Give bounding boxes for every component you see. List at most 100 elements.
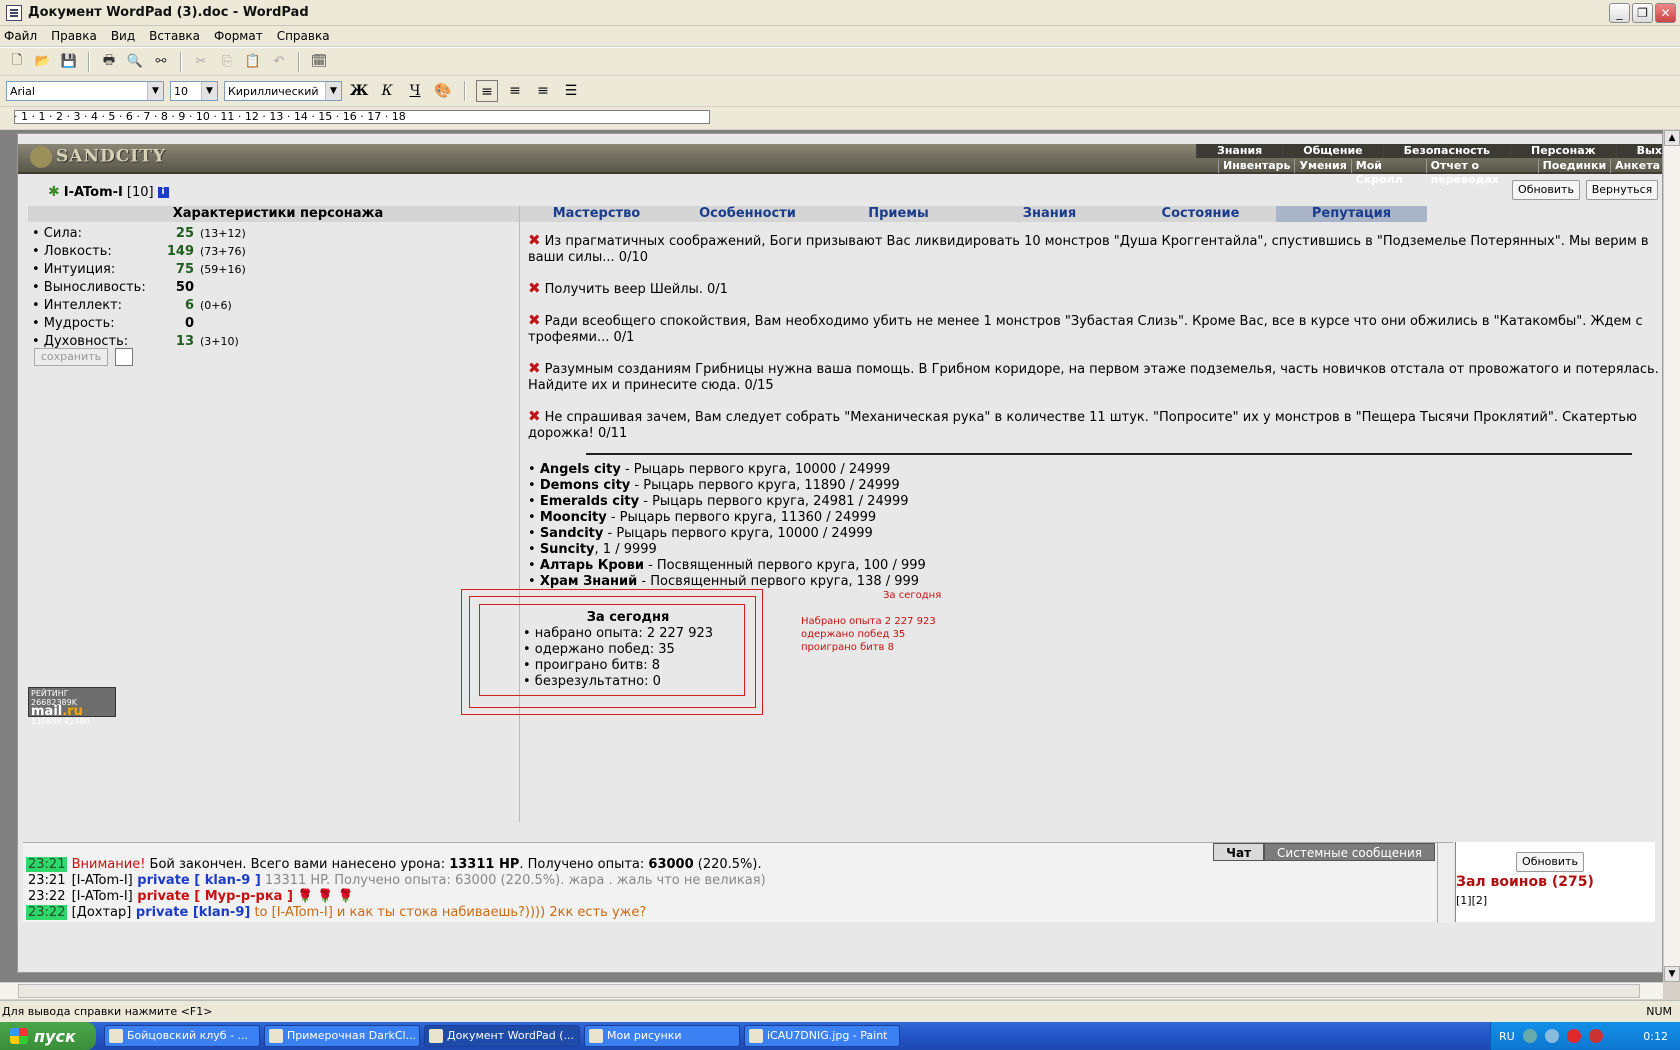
chevron-down-icon[interactable]: ▼: [147, 82, 163, 100]
chat-line: 23:22 [I-ATom-I] private [ Мур-р-рка ] 🌹…: [28, 889, 354, 904]
cancel-quest-icon[interactable]: ✖: [528, 231, 541, 249]
cut-icon[interactable]: ✂: [190, 51, 212, 73]
document-page[interactable]: SANDCITY Знания Общение Безопасность Пер…: [17, 133, 1663, 973]
scroll-down-icon[interactable]: ▼: [1664, 966, 1680, 982]
language-indicator[interactable]: RU: [1499, 1030, 1515, 1043]
save-stats-button[interactable]: сохранить: [34, 348, 108, 366]
scroll-up-icon[interactable]: ▲: [1664, 130, 1680, 146]
chat-nick[interactable]: [I-ATom-I]: [72, 889, 133, 904]
back-button[interactable]: Вернуться: [1586, 180, 1658, 200]
new-document-icon[interactable]: 🗋: [6, 51, 28, 73]
chat-scrollbar[interactable]: [1437, 843, 1453, 923]
hall-pages[interactable]: [1][2]: [1456, 894, 1487, 907]
refresh-button[interactable]: Обновить: [1512, 180, 1580, 200]
underline-button[interactable]: Ч: [404, 80, 426, 102]
nav-security[interactable]: Безопасность: [1382, 144, 1510, 158]
tab-system-messages[interactable]: Системные сообщения: [1264, 843, 1435, 861]
insert-datetime-icon[interactable]: 🗓: [308, 51, 330, 73]
menu-bar: Файл Правка Вид Вставка Формат Справка: [0, 26, 1680, 46]
tab-chat[interactable]: Чат: [1213, 843, 1265, 861]
nav-inventory[interactable]: Инвентарь: [1218, 159, 1294, 173]
network-icon[interactable]: [1522, 1029, 1537, 1043]
menu-help[interactable]: Справка: [277, 29, 330, 43]
cancel-quest-icon[interactable]: ✖: [528, 311, 541, 329]
print-icon[interactable]: 🖶: [98, 51, 120, 73]
nav-exit[interactable]: Выход: [1615, 144, 1662, 158]
task-my-pictures[interactable]: Мои рисунки: [584, 1025, 740, 1047]
chat-nick[interactable]: [I-ATom-I]: [72, 873, 133, 888]
mailru-rating-counter[interactable]: РЕЙТИНГ 26682389K mail.ru 13583K 42380: [28, 687, 116, 726]
paste-icon[interactable]: 📋: [242, 51, 264, 73]
tab-techniques[interactable]: Приемы: [823, 206, 974, 222]
tab-knowledge[interactable]: Знания: [974, 206, 1125, 222]
format-toolbar: Arial ▼ 10 ▼ Кириллический ▼ Ж К Ч 🎨 ≡ ≡…: [0, 76, 1680, 106]
vertical-scrollbar[interactable]: ▲ ▼: [1663, 130, 1680, 982]
font-name-combo[interactable]: Arial ▼: [6, 81, 164, 101]
today-line: • проиграно битв: 8: [523, 658, 661, 673]
nav-my-scroll[interactable]: Мой Скролл: [1350, 159, 1426, 186]
task-wordpad[interactable]: Документ WordPad (...: [424, 1025, 580, 1047]
task-fight-club[interactable]: Бойцовский клуб - ...: [104, 1025, 260, 1047]
clock[interactable]: 0:12: [1643, 1030, 1668, 1043]
sound-icon[interactable]: [1544, 1029, 1559, 1043]
restore-button[interactable]: ❐: [1632, 3, 1653, 23]
nav-communication[interactable]: Общение: [1282, 144, 1383, 158]
charset-combo[interactable]: Кириллический ▼: [224, 81, 342, 101]
find-binoculars-icon[interactable]: ⚯: [150, 51, 172, 73]
align-right-icon[interactable]: ≡: [532, 80, 554, 102]
ruler[interactable]: · 1 · 1 · 2 · 3 · 4 · 5 · 6 · 7 · 8 · 9 …: [0, 107, 1680, 129]
location-refresh-button[interactable]: Обновить: [1516, 852, 1584, 872]
horizontal-rule: [586, 453, 1632, 455]
copy-icon[interactable]: ⎘: [216, 51, 238, 73]
menu-view[interactable]: Вид: [111, 29, 135, 43]
task-fitting-room[interactable]: Примерочная DarkCl...: [264, 1025, 420, 1047]
save-disk-icon[interactable]: 💾: [58, 51, 80, 73]
font-size-combo[interactable]: 10 ▼: [170, 81, 218, 101]
red-note-title: За сегодня: [883, 590, 942, 601]
print-preview-icon[interactable]: 🔍: [124, 51, 146, 73]
list-item: • Sandcity - Рыцарь первого круга, 10000…: [528, 526, 873, 541]
nav-skills[interactable]: Умения: [1294, 159, 1350, 173]
tab-mastery[interactable]: Мастерство: [521, 206, 672, 222]
nav-profile[interactable]: Анкета: [1610, 159, 1662, 173]
chat-nick[interactable]: [Дохтар]: [72, 905, 132, 920]
tab-state[interactable]: Состояние: [1125, 206, 1276, 222]
character-nick[interactable]: I-ATom-I: [64, 185, 123, 200]
task-paint[interactable]: iCAU7DNIG.jpg - Paint: [744, 1025, 900, 1047]
nav-fights[interactable]: Поединки: [1537, 159, 1611, 173]
num-lock-indicator: NUM: [1646, 1005, 1672, 1018]
chevron-down-icon[interactable]: ▼: [325, 82, 341, 100]
save-checkbox[interactable]: [115, 348, 133, 366]
list-item: • Angels city - Рыцарь первого круга, 10…: [528, 462, 891, 477]
menu-format[interactable]: Формат: [214, 29, 263, 43]
color-palette-icon[interactable]: 🎨: [432, 80, 454, 102]
italic-button[interactable]: К: [376, 80, 398, 102]
horizontal-scrollbar[interactable]: [0, 982, 1663, 999]
antivirus-icon[interactable]: [1566, 1029, 1581, 1043]
tab-reputation[interactable]: Репутация: [1276, 206, 1427, 222]
menu-insert[interactable]: Вставка: [149, 29, 200, 43]
tab-features[interactable]: Особенности: [672, 206, 823, 222]
cancel-quest-icon[interactable]: ✖: [528, 359, 541, 377]
chevron-down-icon[interactable]: ▼: [201, 82, 217, 100]
bold-button[interactable]: Ж: [348, 80, 370, 102]
minimize-button[interactable]: _: [1609, 3, 1630, 23]
menu-file[interactable]: Файл: [4, 29, 37, 43]
align-left-icon[interactable]: ≡: [476, 80, 498, 102]
info-icon[interactable]: i: [157, 186, 169, 198]
tray-app-icon[interactable]: [1588, 1029, 1603, 1043]
align-center-icon[interactable]: ≡: [504, 80, 526, 102]
cancel-quest-icon[interactable]: ✖: [528, 407, 541, 425]
horizontal-scroll-thumb[interactable]: [18, 984, 1640, 998]
menu-edit[interactable]: Правка: [51, 29, 97, 43]
open-folder-icon[interactable]: 📂: [32, 51, 54, 73]
cancel-quest-icon[interactable]: ✖: [528, 279, 541, 297]
start-button[interactable]: пуск: [0, 1022, 96, 1050]
nav-knowledge[interactable]: Знания: [1196, 144, 1283, 158]
clan-leaf-icon: ✱: [48, 184, 60, 200]
nav-character[interactable]: Персонаж: [1510, 144, 1616, 158]
close-button[interactable]: ✕: [1655, 3, 1676, 23]
nav-transfer-report[interactable]: Отчет о переводах: [1425, 159, 1538, 186]
bullets-icon[interactable]: ☰: [560, 80, 582, 102]
undo-icon[interactable]: ↶: [268, 51, 290, 73]
